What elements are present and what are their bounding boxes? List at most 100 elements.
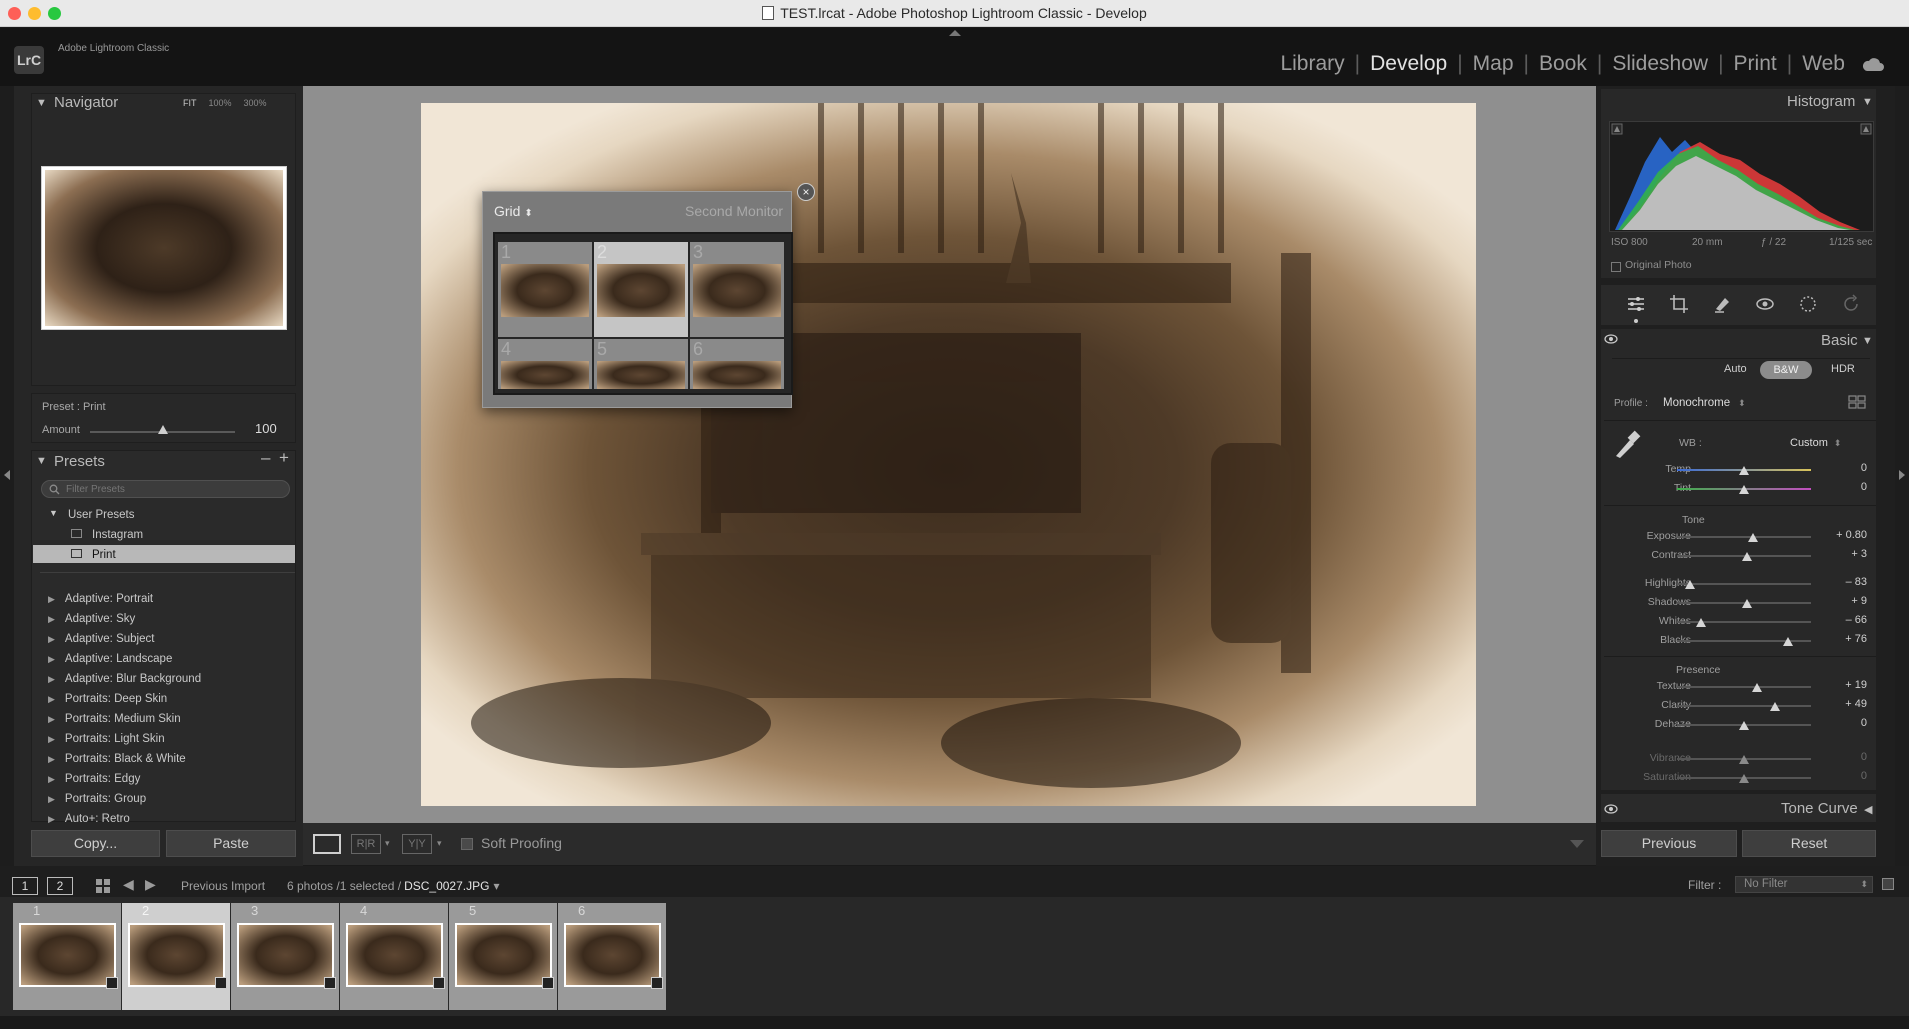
loupe-view-button[interactable] <box>313 834 341 854</box>
preset-group[interactable]: ▶ Portraits: Medium Skin <box>48 709 201 729</box>
top-panel-toggle-icon[interactable] <box>949 30 961 36</box>
slider-knob[interactable] <box>1739 466 1749 475</box>
slider-knob[interactable] <box>1739 774 1749 783</box>
amount-slider-knob[interactable] <box>158 425 168 434</box>
source-label[interactable]: Previous Import <box>181 879 265 893</box>
preset-filter-field[interactable] <box>41 480 290 498</box>
main-window-button[interactable]: 1 <box>12 877 38 895</box>
filmstrip-thumb[interactable]: 1 <box>13 903 121 1010</box>
grid-cell[interactable]: 3 <box>690 242 784 337</box>
slider-knob[interactable] <box>1739 755 1749 764</box>
preset-group[interactable]: ▶ Adaptive: Portrait <box>48 589 201 609</box>
grid-view-icon[interactable] <box>96 879 110 893</box>
collapse-triangle-icon[interactable]: ▼ <box>36 97 47 109</box>
slider-value: + 49 <box>1845 698 1867 710</box>
slider-knob[interactable] <box>1739 485 1749 494</box>
preset-group[interactable]: ▶ Portraits: Light Skin <box>48 729 201 749</box>
develop-badge-icon <box>215 977 227 989</box>
preset-group[interactable]: ▶ Adaptive: Sky <box>48 609 201 629</box>
preset-item-instagram[interactable]: Instagram <box>92 529 143 541</box>
photo-count: 6 photos /1 selected / DSC_0027.JPG ▾ <box>287 879 500 893</box>
preset-group[interactable]: ▶ Portraits: Deep Skin <box>48 689 201 709</box>
zoom-100[interactable]: 100% <box>209 98 232 108</box>
module-library[interactable]: Library <box>1270 52 1354 76</box>
document-icon <box>762 6 775 20</box>
grid-cell[interactable]: 5 <box>594 339 688 389</box>
grid-cell[interactable]: 6 <box>690 339 784 389</box>
grid-cell[interactable]: 4 <box>498 339 592 389</box>
divider <box>40 572 295 573</box>
zoom-fit[interactable]: FIT <box>183 98 197 108</box>
preset-filter-input[interactable] <box>66 482 276 496</box>
second-window-button[interactable]: 2 <box>47 877 73 895</box>
preset-group[interactable]: ▶ Adaptive: Subject <box>48 629 201 649</box>
slider-knob[interactable] <box>1741 552 1752 561</box>
preset-group[interactable]: ▶ Portraits: Edgy <box>48 769 201 789</box>
slider-track[interactable] <box>1677 705 1811 707</box>
preset-group[interactable]: ▶ Portraits: Group <box>48 789 201 809</box>
collapse-triangle-icon[interactable]: ▼ <box>36 455 47 467</box>
preset-group[interactable]: ▶ Portraits: Black & White <box>48 749 201 769</box>
second-monitor-view-menu[interactable]: Grid ⬍ <box>494 203 533 219</box>
close-icon[interactable]: × <box>797 183 815 201</box>
grid-cell[interactable]: 1 <box>498 242 592 337</box>
filmstrip-thumb-selected[interactable]: 2 <box>122 903 230 1010</box>
copy-settings-button[interactable]: Copy... <box>31 830 160 857</box>
expand-triangle-icon[interactable]: ◀ <box>1864 803 1872 816</box>
navigator-preview[interactable] <box>41 166 287 330</box>
slider-value: + 76 <box>1845 633 1867 645</box>
slider-value: – 83 <box>1845 576 1867 588</box>
paste-settings-button[interactable]: Paste <box>166 830 296 857</box>
soft-proofing-checkbox[interactable] <box>461 838 473 850</box>
before-after-button[interactable]: R|R <box>351 834 381 854</box>
preset-group[interactable]: ▶ Auto+: Retro <box>48 809 201 829</box>
left-panel-toggle-icon[interactable] <box>4 470 10 480</box>
slider-knob[interactable] <box>1696 618 1707 627</box>
slider-knob[interactable] <box>1739 721 1749 730</box>
filmstrip-thumb[interactable]: 3 <box>231 903 339 1010</box>
right-panel-toggle-icon[interactable] <box>1899 470 1905 480</box>
filename: DSC_0027.JPG <box>404 879 490 893</box>
eye-icon[interactable] <box>1604 804 1618 814</box>
slider-track[interactable] <box>1677 536 1811 538</box>
slider-track[interactable] <box>1677 583 1811 585</box>
preset-group[interactable]: ▶ Adaptive: Landscape <box>48 649 201 669</box>
module-map[interactable]: Map <box>1463 52 1524 76</box>
slider-knob[interactable] <box>1783 637 1794 646</box>
user-presets-folder[interactable]: User Presets <box>68 509 134 521</box>
back-arrow-icon[interactable]: ◀ <box>123 876 134 893</box>
forward-arrow-icon[interactable]: ▶ <box>145 876 156 893</box>
slider-knob[interactable] <box>1769 702 1780 711</box>
module-book[interactable]: Book <box>1529 52 1597 76</box>
preset-group[interactable]: ▶ Adaptive: Blur Background <box>48 669 201 689</box>
before-after-dropdown-icon[interactable]: ▾ <box>385 838 390 849</box>
swap-dropdown-icon[interactable]: ▾ <box>437 838 442 849</box>
filter-dropdown[interactable]: No Filter ⬍ <box>1735 876 1873 893</box>
add-preset-button[interactable]: + <box>279 448 289 468</box>
expand-triangle-icon[interactable]: ▼ <box>49 508 58 518</box>
slider-value: 0 <box>1860 770 1867 782</box>
filmstrip-thumb[interactable]: 4 <box>340 903 448 1010</box>
toolbar-menu-icon[interactable] <box>1570 840 1584 848</box>
develop-badge-icon <box>106 977 118 989</box>
remove-preset-button[interactable]: – <box>261 448 270 468</box>
app-name: Adobe Lightroom Classic <box>58 43 170 54</box>
filmstrip-thumb[interactable]: 6 <box>558 903 666 1010</box>
filmstrip-thumb[interactable]: 5 <box>449 903 557 1010</box>
slider-value: 0 <box>1860 751 1867 763</box>
preset-label: Preset : Print <box>42 401 106 413</box>
grid-cell-selected[interactable]: 2 <box>594 242 688 337</box>
slider-value: 0 <box>1860 717 1867 729</box>
module-develop[interactable]: Develop <box>1360 52 1457 76</box>
preset-item-print[interactable]: Print <box>92 549 116 561</box>
slider-track[interactable] <box>1677 686 1811 688</box>
zoom-300[interactable]: 300% <box>244 98 267 108</box>
slider-knob[interactable] <box>1685 580 1696 589</box>
reset-button[interactable]: Reset <box>1742 830 1876 857</box>
previous-button[interactable]: Previous <box>1601 830 1737 857</box>
filter-lock-icon[interactable] <box>1882 878 1894 890</box>
swap-view-button[interactable]: Y|Y <box>402 834 432 854</box>
slider-knob[interactable] <box>1741 599 1752 608</box>
slider-knob[interactable] <box>1748 533 1759 542</box>
slider-knob[interactable] <box>1752 683 1763 692</box>
